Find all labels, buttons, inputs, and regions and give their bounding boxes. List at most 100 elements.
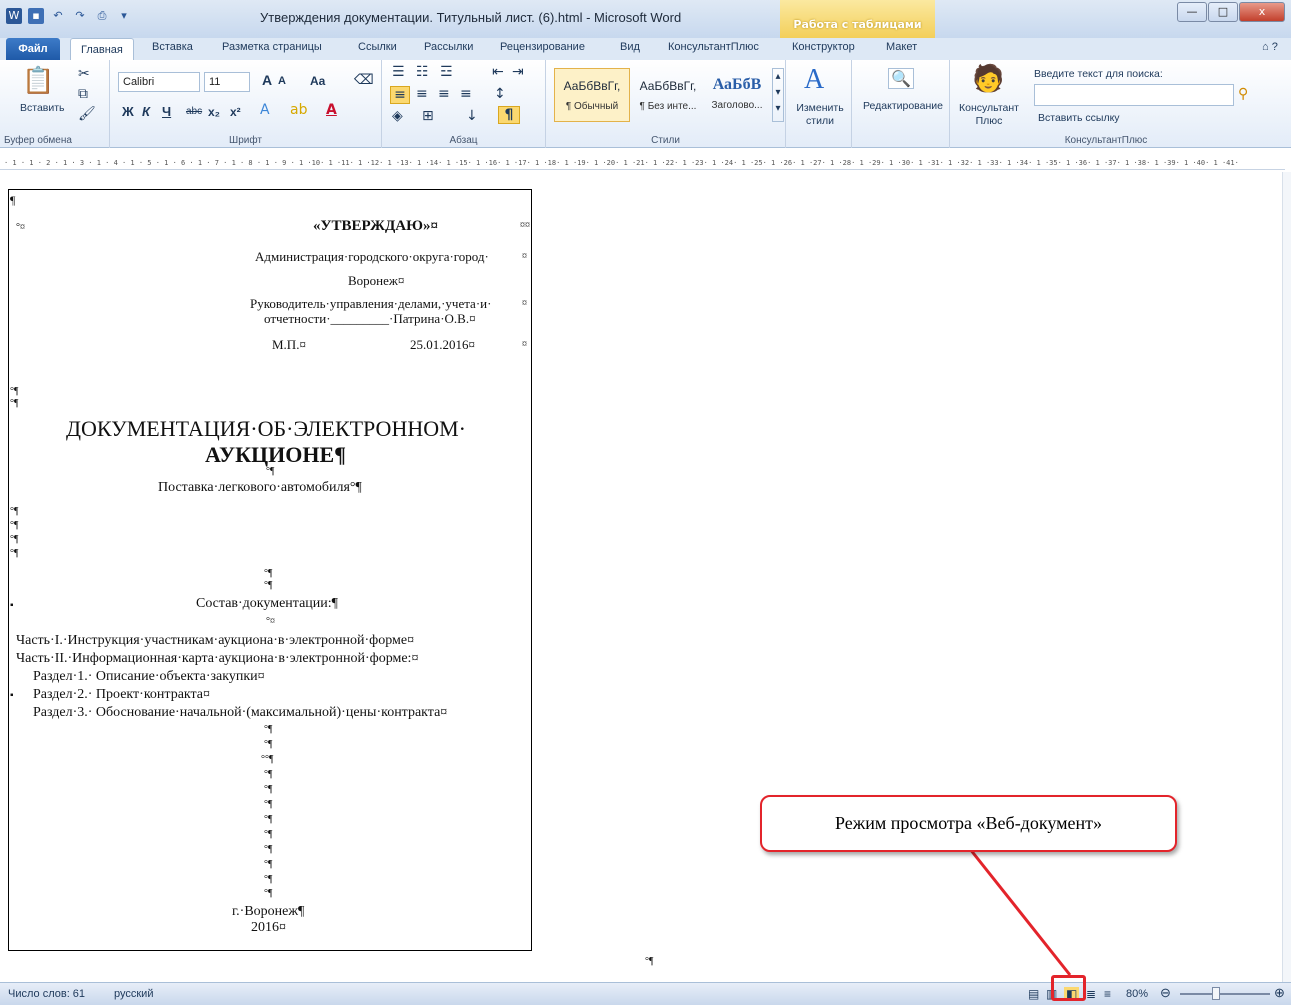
tab-insert[interactable]: Вставка xyxy=(152,41,193,53)
strike-button[interactable]: abc xyxy=(186,106,202,117)
line-spacing-icon[interactable]: ↕ xyxy=(494,86,506,102)
change-styles-icon[interactable]: A xyxy=(804,64,824,96)
numbering-icon[interactable]: ☷ xyxy=(416,64,429,80)
outline-icon[interactable]: ≣ xyxy=(1086,987,1096,1001)
zoom-slider[interactable] xyxy=(1180,993,1270,995)
font-color-icon[interactable]: A xyxy=(326,102,337,118)
zoom-out-icon[interactable]: ⊖ xyxy=(1160,985,1171,1001)
borders-icon[interactable]: ⊞ xyxy=(422,108,434,124)
editing-button[interactable]: Редактирование xyxy=(856,100,950,112)
shading-icon[interactable]: ◈ xyxy=(392,108,403,124)
zoom-level[interactable]: 80% xyxy=(1126,988,1148,1000)
para-mark: °¶ xyxy=(264,844,273,855)
tab-page-layout[interactable]: Разметка страницы xyxy=(222,41,322,53)
tab-layout[interactable]: Макет xyxy=(886,41,917,53)
para-mark: °¶ xyxy=(264,769,273,780)
zoom-slider-thumb[interactable] xyxy=(1212,987,1220,1000)
insert-link-button[interactable]: Вставить ссылку xyxy=(1038,112,1120,124)
font-group: Calibri 11 A A Aa ⌫ Ж К Ч abc x₂ x² A ab… xyxy=(110,60,382,148)
para-mark: °¶ xyxy=(264,580,273,591)
justify-icon[interactable]: ≡ xyxy=(460,86,472,102)
para-mark: °°¶ xyxy=(261,754,274,765)
head-line-1: Руководитель·управления·делами,·учета·и· xyxy=(250,296,492,311)
show-marks-button[interactable]: ¶ xyxy=(498,106,520,124)
help-icon[interactable]: ⌂ ? xyxy=(1262,41,1278,53)
customize-qat-icon[interactable]: ▾ xyxy=(116,8,132,24)
increase-indent-icon[interactable]: ⇥ xyxy=(512,64,524,80)
cut-icon[interactable]: ✂ xyxy=(78,66,90,82)
sort-icon[interactable]: ↓ xyxy=(466,108,478,124)
decrease-indent-icon[interactable]: ⇤ xyxy=(492,64,504,80)
consultant-search-input[interactable] xyxy=(1034,84,1234,106)
grow-font-button[interactable]: A xyxy=(262,72,272,88)
status-bar: Число слов: 61 русский ▤ ▥ ◧ ≣ ≡ 80% ⊖ ⊕ xyxy=(0,982,1291,1005)
word-app-icon[interactable]: W xyxy=(6,8,22,24)
close-button[interactable]: x xyxy=(1239,2,1285,22)
vertical-scrollbar[interactable] xyxy=(1282,172,1291,982)
paste-icon[interactable]: 📋 xyxy=(22,66,54,96)
find-icon[interactable]: 🔍 xyxy=(888,68,914,89)
window-title: Утверждения документации. Титульный лист… xyxy=(260,10,682,25)
para-mark: °¶ xyxy=(264,724,273,735)
underline-button[interactable]: Ч xyxy=(162,104,171,119)
align-center-icon[interactable]: ≡ xyxy=(416,86,428,102)
consultant-icon[interactable]: 🧑 xyxy=(972,64,1004,94)
shrink-font-button[interactable]: A xyxy=(278,75,286,87)
font-size-select[interactable]: 11 xyxy=(204,72,250,92)
tab-design[interactable]: Конструктор xyxy=(792,41,855,53)
bold-button[interactable]: Ж xyxy=(122,104,134,119)
bullets-icon[interactable]: ☰ xyxy=(392,64,405,80)
ribbon: 📋 Вставить ✂ ⧉ 🖌 Буфер обмена Calibri 11… xyxy=(0,60,1291,148)
section-2: Раздел·2.· Проект·контракта¤ xyxy=(33,687,211,702)
highlight-icon[interactable]: ab xyxy=(290,102,307,118)
language-indicator[interactable]: русский xyxy=(114,988,153,1000)
draft-icon[interactable]: ≡ xyxy=(1104,987,1111,1001)
tab-review[interactable]: Рецензирование xyxy=(500,41,585,53)
cell-mark: °¤ xyxy=(16,222,25,233)
undo-icon[interactable]: ↶ xyxy=(50,8,66,24)
print-layout-icon[interactable]: ▤ xyxy=(1028,987,1039,1001)
italic-button[interactable]: К xyxy=(142,104,150,119)
subject-text: Поставка·легкового·автомобиля°¶ xyxy=(158,480,362,495)
change-case-button[interactable]: Aa xyxy=(310,74,325,88)
consultant-search-icon[interactable]: ⚲ xyxy=(1238,86,1248,102)
format-painter-icon[interactable]: 🖌 xyxy=(78,106,96,122)
redo-icon[interactable]: ↷ xyxy=(72,8,88,24)
style-no-spacing[interactable]: АаБбВвГг, ¶ Без инте... xyxy=(630,68,706,122)
paste-button[interactable]: Вставить xyxy=(20,102,65,114)
subscript-button[interactable]: x₂ xyxy=(208,105,220,119)
save-icon[interactable]: ▪ xyxy=(28,8,44,24)
ribbon-tabs: Файл Главная Вставка Разметка страницы С… xyxy=(0,38,1291,60)
bullet-mark: ▪ xyxy=(10,600,14,611)
tab-references[interactable]: Ссылки xyxy=(358,41,397,53)
para-mark: °¶ xyxy=(264,874,273,885)
style-normal[interactable]: АаБбВвГг, ¶ Обычный xyxy=(554,68,630,122)
bullet-mark: ▪ xyxy=(10,690,14,701)
tab-consultant[interactable]: КонсультантПлюс xyxy=(668,41,759,53)
minimize-button[interactable]: — xyxy=(1177,2,1207,22)
superscript-button[interactable]: x² xyxy=(230,105,241,119)
clear-format-icon[interactable]: ⌫ xyxy=(354,72,374,88)
multilevel-icon[interactable]: ☲ xyxy=(440,64,453,80)
tab-home[interactable]: Главная xyxy=(70,38,134,60)
consultant-button[interactable]: Консультант Плюс xyxy=(952,102,1026,128)
horizontal-ruler[interactable]: · 1 · 1 · 2 · 1 · 3 · 1 · 4 · 1 · 5 · 1 … xyxy=(0,156,1285,170)
print-icon[interactable]: ⎙ xyxy=(94,8,110,24)
tab-file[interactable]: Файл xyxy=(6,38,60,60)
zoom-in-icon[interactable]: ⊕ xyxy=(1274,985,1285,1001)
font-name-select[interactable]: Calibri xyxy=(118,72,200,92)
word-count[interactable]: Число слов: 61 xyxy=(8,988,85,1000)
maximize-button[interactable]: □ xyxy=(1208,2,1238,22)
text-effects-icon[interactable]: A xyxy=(260,102,270,118)
styles-scroll-icon[interactable]: ▴ ▾ ▾ xyxy=(772,68,784,122)
change-styles-button[interactable]: Изменить стили xyxy=(790,102,850,128)
copy-icon[interactable]: ⧉ xyxy=(78,86,88,102)
align-right-icon[interactable]: ≡ xyxy=(438,86,450,102)
tab-mailings[interactable]: Рассылки xyxy=(424,41,473,53)
tab-view[interactable]: Вид xyxy=(620,41,640,53)
callout-pointer xyxy=(968,848,1072,976)
place-text: г.·Воронеж¶ xyxy=(232,904,305,919)
style-heading[interactable]: АаБбВ Заголово... xyxy=(702,68,772,122)
para-mark: °¶ xyxy=(10,520,19,531)
align-left-icon[interactable]: ≡ xyxy=(390,86,410,104)
